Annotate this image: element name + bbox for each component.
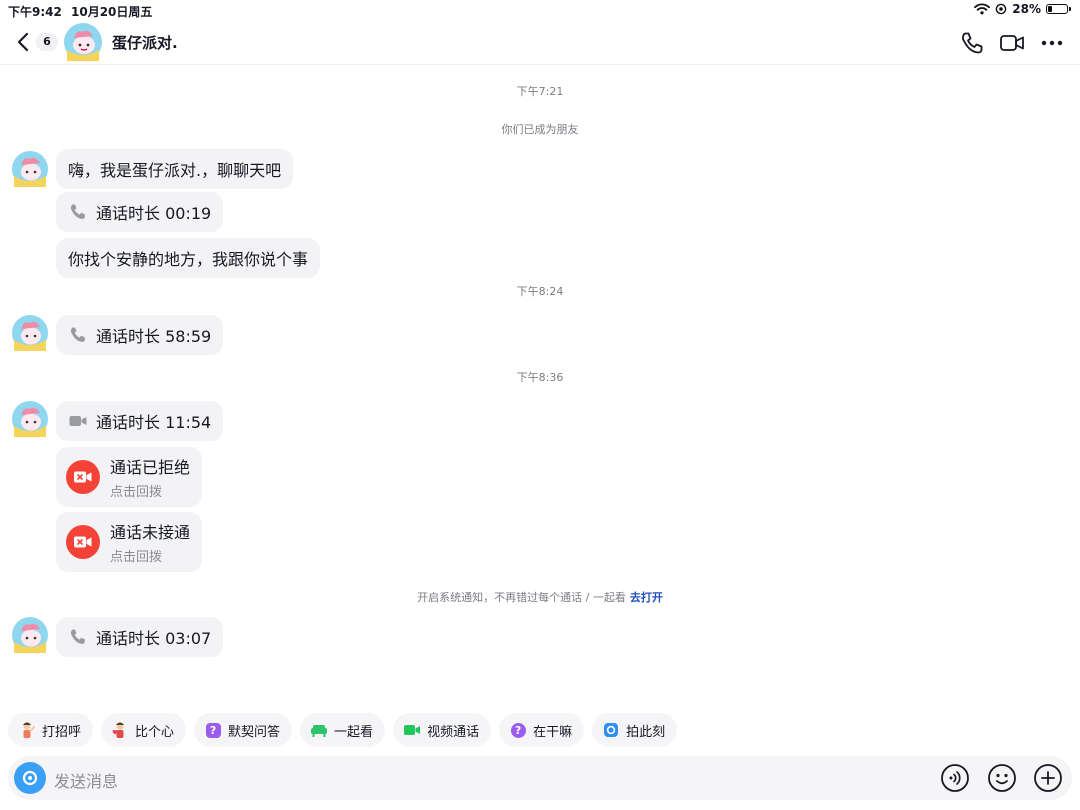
- sofa-icon: [310, 721, 328, 739]
- sender-avatar[interactable]: [12, 617, 48, 653]
- chip-label: 一起看: [334, 724, 374, 740]
- question-bubble-icon: ?: [509, 721, 527, 739]
- enable-notifications-link[interactable]: 去打开: [630, 591, 663, 604]
- chip-whatcha-doing[interactable]: ? 在干嘛: [499, 713, 585, 747]
- chip-quiz[interactable]: ? 默契问答: [194, 713, 293, 747]
- chip-video-call[interactable]: 视频通话: [393, 713, 492, 747]
- timestamp: 下午7:21: [516, 85, 564, 98]
- chip-label: 默契问答: [228, 724, 281, 740]
- emoji-icon[interactable]: [987, 763, 1017, 793]
- call-rejected-card[interactable]: 通话已拒绝 点击回拨: [56, 447, 203, 507]
- contact-name[interactable]: 蛋仔派对.: [112, 32, 178, 53]
- call-duration: 通话时长 00:19: [96, 204, 212, 223]
- camera-button[interactable]: [14, 762, 46, 794]
- chip-capture-moment[interactable]: 拍此刻: [592, 713, 678, 747]
- wifi-icon: [974, 3, 991, 15]
- camera-shutter-icon: [602, 721, 620, 739]
- missed-call-icon: [66, 525, 100, 559]
- phone-icon: [70, 204, 85, 219]
- sender-avatar[interactable]: [12, 315, 48, 351]
- video-camera-icon: [69, 416, 87, 426]
- unread-badge[interactable]: 6: [36, 33, 58, 51]
- chip-label: 在干嘛: [533, 724, 573, 740]
- card-title: 通话已拒绝: [110, 458, 191, 477]
- status-bar: 下午9:42 10月20日周五 28%: [0, 0, 1080, 20]
- chip-label: 拍此刻: [626, 724, 666, 740]
- question-icon: ?: [204, 721, 222, 739]
- phone-icon[interactable]: [959, 30, 985, 56]
- voice-input-icon[interactable]: [940, 763, 970, 793]
- card-subtitle: 点击回拨: [110, 485, 163, 500]
- message-bubble[interactable]: 你找个安静的地方，我跟你说个事: [56, 238, 321, 278]
- chip-watch-together[interactable]: 一起看: [300, 713, 386, 747]
- message-input-placeholder[interactable]: 发送消息: [54, 768, 118, 792]
- chip-greet[interactable]: 打招呼: [8, 713, 94, 747]
- friend-notice: 你们已成为朋友: [501, 123, 579, 136]
- message-bubble-greeting[interactable]: 嗨，我是蛋仔派对.，聊聊天吧: [56, 149, 294, 189]
- chip-heart[interactable]: 比个心: [101, 713, 187, 747]
- phone-icon: [70, 327, 85, 342]
- call-missed-card[interactable]: 通话未接通 点击回拨: [56, 512, 203, 572]
- message-text: 你找个安静的地方，我跟你说个事: [68, 250, 309, 269]
- location-icon: [995, 3, 1007, 15]
- card-title: 通话未接通: [110, 523, 191, 542]
- message-list[interactable]: 下午7:21 你们已成为朋友 嗨，我是蛋仔派对.，聊聊天吧 通话时长 00:19…: [0, 65, 1080, 705]
- timestamp: 下午8:24: [516, 285, 564, 298]
- back-arrow-icon[interactable]: [12, 30, 36, 54]
- status-right: 28%: [974, 2, 1071, 16]
- more-options-icon[interactable]: [1039, 30, 1065, 56]
- camera-icon: [22, 770, 38, 786]
- call-duration: 通话时长 11:54: [96, 413, 212, 432]
- card-subtitle: 点击回拨: [110, 550, 163, 565]
- call-duration: 通话时长 58:59: [96, 327, 212, 346]
- chip-label: 比个心: [135, 724, 175, 740]
- contact-avatar[interactable]: [64, 23, 102, 61]
- video-call-icon[interactable]: [999, 30, 1025, 56]
- quick-actions-bar: 打招呼 比个心 ? 默契问答 一起看 视频通话 ? 在干嘛 拍此刻: [8, 713, 678, 747]
- notification-text: 开启系统通知，不再错过每个通话 / 一起看: [417, 591, 626, 604]
- timestamp: 下午8:36: [516, 371, 564, 384]
- chip-label: 视频通话: [427, 724, 480, 740]
- video-camera-icon: [403, 721, 421, 739]
- message-input-bar[interactable]: 发送消息: [8, 756, 1072, 800]
- voice-call-record[interactable]: 通话时长 03:07: [56, 617, 224, 657]
- chat-header: 6 蛋仔派对.: [0, 20, 1080, 65]
- battery-percent: 28%: [1012, 2, 1041, 16]
- sender-avatar[interactable]: [12, 401, 48, 437]
- waving-character-icon: [18, 721, 36, 739]
- notification-prompt: 开启系统通知，不再错过每个通话 / 一起看 去打开: [0, 589, 1080, 605]
- message-text: 嗨，我是蛋仔派对.，聊聊天吧: [68, 161, 282, 180]
- video-call-record[interactable]: 通话时长 11:54: [56, 401, 224, 441]
- voice-call-record[interactable]: 通话时长 00:19: [56, 192, 224, 232]
- voice-call-record[interactable]: 通话时长 58:59: [56, 315, 224, 355]
- call-duration: 通话时长 03:07: [96, 629, 212, 648]
- rejected-call-icon: [66, 460, 100, 494]
- battery-icon: [1046, 4, 1071, 14]
- heart-character-icon: [111, 721, 129, 739]
- sender-avatar[interactable]: [12, 151, 48, 187]
- chip-label: 打招呼: [42, 724, 82, 740]
- phone-icon: [70, 629, 85, 644]
- status-time: 下午9:42: [8, 5, 62, 19]
- status-date: 10月20日周五: [71, 5, 153, 19]
- add-plus-icon[interactable]: [1033, 763, 1063, 793]
